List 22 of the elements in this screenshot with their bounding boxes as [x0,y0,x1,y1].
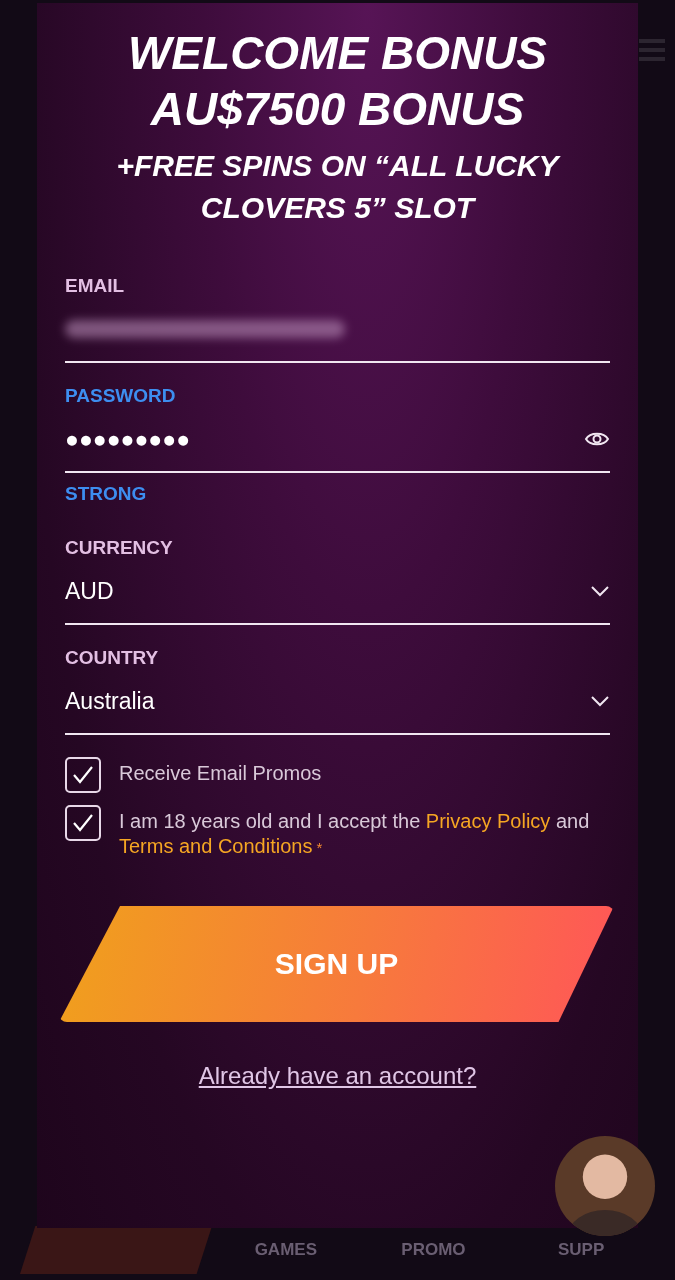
field-label: CURRENCY [65,537,174,559]
input-field[interactable]: ●●●●●●●●● [65,407,610,473]
chevron-down-icon [590,695,610,707]
login-link[interactable]: Already have an account? [198,1062,477,1090]
field-label: EMAIL [65,275,126,297]
promo-title: WELCOME BONUS [126,26,549,81]
terms-link[interactable]: Terms and Conditions [119,835,313,857]
chevron-down-icon [590,585,610,597]
promo-subtitle: +FREE SPINS ON “ALL LUCKY CLOVERS 5” SLOT [115,148,562,226]
field-label: COUNTRY [65,647,160,669]
checkbox-label: Receive Email Promos [119,761,322,786]
promo-title: AU$7500 BONUS [149,82,526,137]
terms-link[interactable]: Privacy Policy [425,810,551,832]
checkbox-label: I am 18 years old and I accept the Privacy Policy and Terms and Conditions * [119,809,591,859]
password-strength: STRONG [65,483,148,505]
select-field[interactable]: AUD [65,559,610,625]
select-field[interactable]: Australia [65,669,610,735]
checkbox[interactable] [65,757,101,793]
checkmark-icon [72,813,94,833]
checkbox[interactable] [65,805,101,841]
field-label: PASSWORD [65,385,177,407]
checkmark-icon [72,765,94,785]
